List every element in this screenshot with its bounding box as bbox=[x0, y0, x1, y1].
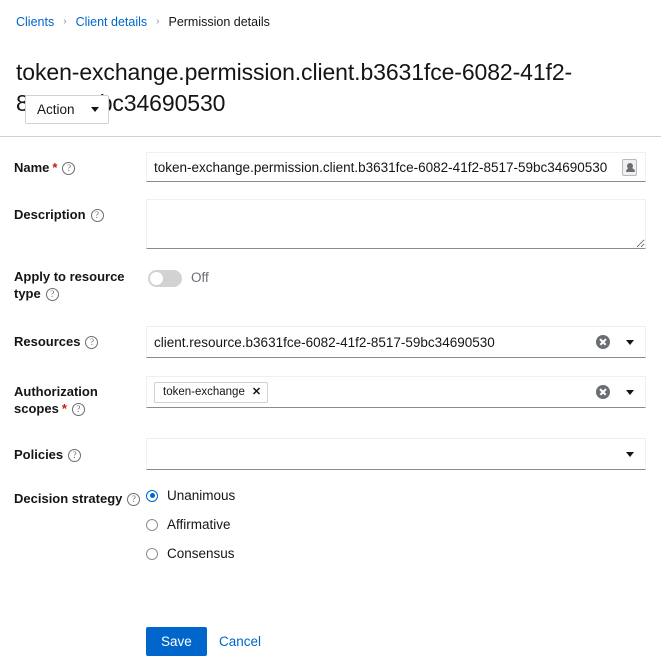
cancel-button[interactable]: Cancel bbox=[210, 627, 270, 656]
help-icon[interactable]: ? bbox=[68, 449, 81, 462]
name-label: Name*? bbox=[14, 159, 142, 176]
chevron-down-icon[interactable] bbox=[626, 340, 634, 345]
authorization-scopes-label: Authorization scopes*? bbox=[14, 383, 142, 417]
decision-strategy-label: Decision strategy? bbox=[14, 490, 142, 507]
chip-label: token-exchange bbox=[163, 386, 245, 398]
breadcrumb-item-clients[interactable]: Clients bbox=[16, 14, 54, 30]
header-divider bbox=[0, 136, 661, 137]
name-field-wrapper[interactable] bbox=[146, 152, 646, 182]
radio-option-affirmative[interactable]: Affirmative bbox=[146, 517, 231, 532]
radio-option-consensus[interactable]: Consensus bbox=[146, 546, 235, 561]
policies-label: Policies? bbox=[14, 446, 142, 463]
help-icon[interactable]: ? bbox=[85, 336, 98, 349]
authorization-scopes-select[interactable]: token-exchange ✕ bbox=[146, 376, 646, 408]
description-label: Description? bbox=[14, 206, 142, 223]
description-textarea[interactable] bbox=[146, 199, 646, 249]
breadcrumb: Clients › Client details › Permission de… bbox=[16, 14, 270, 30]
password-manager-icon[interactable] bbox=[622, 159, 637, 176]
radio-consensus-label[interactable]: Consensus bbox=[167, 546, 235, 561]
radio-unanimous-label[interactable]: Unanimous bbox=[167, 488, 235, 503]
action-dropdown-label: Action bbox=[37, 102, 75, 117]
breadcrumb-separator-icon: › bbox=[156, 14, 159, 30]
help-icon[interactable]: ? bbox=[127, 493, 140, 506]
radio-unanimous-input[interactable] bbox=[146, 490, 158, 502]
action-dropdown-button[interactable]: Action bbox=[25, 95, 109, 124]
authorization-scopes-chip-group: token-exchange ✕ bbox=[154, 382, 596, 403]
name-input[interactable] bbox=[154, 160, 622, 175]
save-button[interactable]: Save bbox=[146, 627, 207, 656]
required-marker: * bbox=[62, 401, 67, 416]
resources-selected-value: client.resource.b3631fce-6082-41f2-8517-… bbox=[154, 335, 596, 350]
resources-label: Resources? bbox=[14, 333, 142, 350]
apply-to-resource-type-label: Apply to resource type? bbox=[14, 268, 142, 302]
breadcrumb-item-client-details[interactable]: Client details bbox=[76, 14, 148, 30]
clear-circle-icon[interactable] bbox=[596, 335, 610, 349]
radio-option-unanimous[interactable]: Unanimous bbox=[146, 488, 235, 503]
toggle-knob bbox=[150, 272, 163, 285]
apply-to-resource-type-state: Off bbox=[191, 270, 209, 285]
radio-affirmative-input[interactable] bbox=[146, 519, 158, 531]
apply-to-resource-type-toggle[interactable] bbox=[148, 270, 182, 287]
permission-details-page: Clients › Client details › Permission de… bbox=[0, 0, 661, 663]
help-icon[interactable]: ? bbox=[62, 162, 75, 175]
chevron-down-icon bbox=[91, 107, 99, 112]
help-icon[interactable]: ? bbox=[91, 209, 104, 222]
required-marker: * bbox=[52, 160, 57, 175]
close-icon[interactable]: ✕ bbox=[252, 387, 261, 398]
radio-consensus-input[interactable] bbox=[146, 548, 158, 560]
chip-token-exchange[interactable]: token-exchange ✕ bbox=[154, 382, 268, 403]
help-icon[interactable]: ? bbox=[46, 288, 59, 301]
breadcrumb-item-permission-details: Permission details bbox=[168, 14, 269, 30]
policies-select[interactable] bbox=[146, 438, 646, 470]
chevron-down-icon[interactable] bbox=[626, 452, 634, 457]
chevron-down-icon[interactable] bbox=[626, 390, 634, 395]
radio-affirmative-label[interactable]: Affirmative bbox=[167, 517, 231, 532]
clear-circle-icon[interactable] bbox=[596, 385, 610, 399]
resources-select[interactable]: client.resource.b3631fce-6082-41f2-8517-… bbox=[146, 326, 646, 358]
breadcrumb-separator-icon: › bbox=[63, 14, 66, 30]
help-icon[interactable]: ? bbox=[72, 403, 85, 416]
